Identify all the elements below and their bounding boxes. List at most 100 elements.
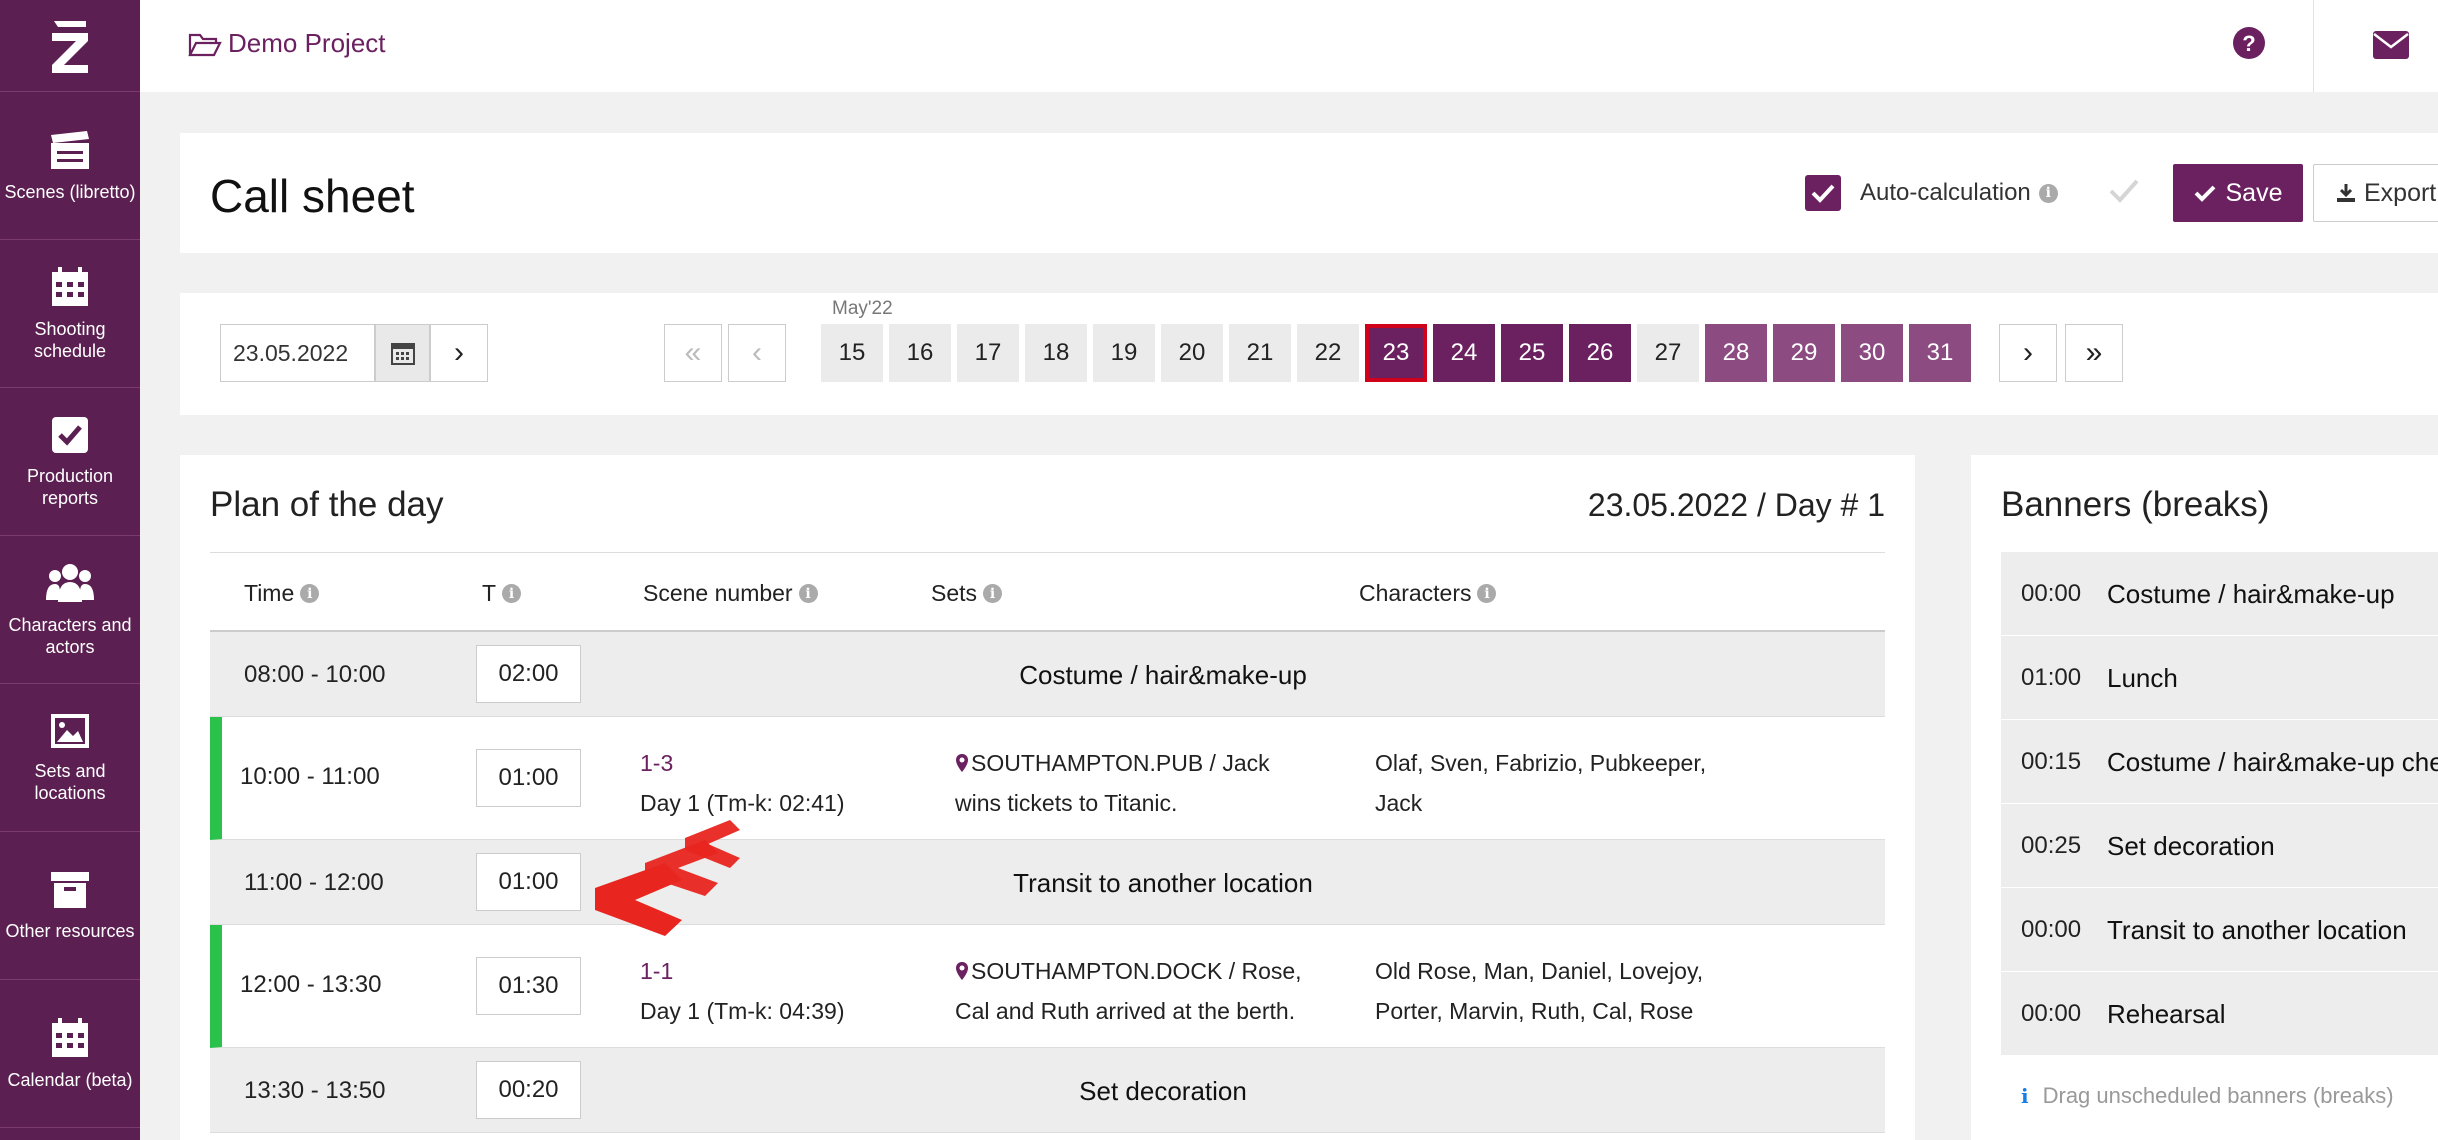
sidebar-item-characters[interactable]: Characters and actors [0,536,140,684]
next-date-button[interactable]: › [430,324,488,382]
banner-item[interactable]: 00:00 Transit to another location [2001,888,2438,972]
duration-input[interactable]: 01:30 [476,957,581,1015]
table-row[interactable]: 08:00 - 10:00 02:00 Costume / hair&make-… [210,632,1885,717]
duration-input[interactable]: 01:00 [476,749,581,807]
day-20[interactable]: 20 [1161,324,1223,382]
info-icon[interactable]: i [1477,584,1497,603]
day-15[interactable]: 15 [821,324,883,382]
prev-week-button[interactable]: ‹ [728,324,786,382]
day-26[interactable]: 26 [1569,324,1631,382]
sidebar-item-other-resources[interactable]: Other resources [0,832,140,980]
sidebar-item-label: Sets and locations [34,760,106,803]
table-row[interactable]: 13:30 - 13:50 00:20 Set decoration [210,1048,1885,1133]
scene-number: 1-3 Day 1 (Tm-k: 02:41) [640,743,845,823]
sets-text: SOUTHAMPTON.DOCK / Rose, [971,958,1302,984]
column-time: Time i [244,580,320,607]
day-22[interactable]: 22 [1297,324,1359,382]
info-icon[interactable]: i [300,584,320,603]
column-sets: Sets i [931,580,1003,607]
question-circle-icon: ? [2233,27,2265,59]
banners-panel: Banners (breaks) 00:00 Costume / hair&ma… [1971,455,2438,1140]
drag-hint: i Drag unscheduled banners (breaks) [2021,1083,2394,1109]
sets-line: SOUTHAMPTON.PUB / Jack [955,743,1345,783]
day-31[interactable]: 31 [1909,324,1971,382]
banner-time: 00:00 [2021,1000,2082,1027]
date-input[interactable]: 23.05.2022 [220,324,375,382]
project-name: Demo Project [228,28,386,58]
help-button[interactable]: ? [2232,26,2266,65]
last-week-button[interactable]: » [2065,324,2123,382]
save-label: Save [2225,178,2283,207]
banner-item[interactable]: 00:00 Rehearsal [2001,972,2438,1056]
sidebar-item-label: Characters and actors [8,614,132,657]
calendar-grid-icon [52,266,88,306]
export-button[interactable]: Export [2313,164,2438,222]
info-icon[interactable]: i [798,584,818,603]
day-25[interactable]: 25 [1501,324,1563,382]
date-picker-button[interactable] [375,324,430,382]
save-button[interactable]: Save [2173,164,2303,222]
sidebar: Scenes (libretto) Shooting schedule Prod… [0,0,140,1140]
plan-title: Plan of the day [210,485,444,524]
banner-item[interactable]: 00:00 Costume / hair&make-up [2001,552,2438,636]
confirm-button[interactable] [2108,177,2140,210]
day-28[interactable]: 28 [1705,324,1767,382]
table-header: Time i Ti Scene number i Sets i Characters i [210,552,1885,632]
scene-link[interactable]: 1-3 [640,743,845,783]
day-17[interactable]: 17 [957,324,1019,382]
day-30[interactable]: 30 [1841,324,1903,382]
month-label: May'22 [832,298,893,319]
check-icon [2109,179,2139,203]
auto-calculation-label: Auto-calculation i [1860,179,2058,207]
info-icon[interactable]: i [2038,183,2058,203]
day-27[interactable]: 27 [1637,324,1699,382]
sidebar-item-production-reports[interactable]: Production reports [0,388,140,536]
auto-calculation-text: Auto-calculation [1860,179,2031,206]
day-24[interactable]: 24 [1433,324,1495,382]
scene-day: Day 1 (Tm-k: 02:41) [640,790,845,816]
table-row[interactable]: 11:00 - 12:00 01:00 Transit to another l… [210,840,1885,925]
sidebar-item-sets-locations[interactable]: Sets and locations [0,684,140,832]
column-label: Sets [931,580,978,606]
table-row[interactable]: 10:00 - 11:00 01:00 1-3 Day 1 (Tm-k: 02:… [210,717,1885,840]
info-icon[interactable]: i [983,584,1003,603]
day-16[interactable]: 16 [889,324,951,382]
day-19[interactable]: 19 [1093,324,1155,382]
day-29[interactable]: 29 [1773,324,1835,382]
info-icon[interactable]: i [502,584,522,603]
envelope-icon [2373,31,2409,59]
banner-item[interactable]: 00:25 Set decoration [2001,804,2438,888]
sidebar-item-calendar[interactable]: Calendar (beta) [0,980,140,1128]
banner-time: 00:00 [2021,580,2082,607]
scene-characters: Olaf, Sven, Fabrizio, Pubkeeper, Jaсk [1375,743,1745,823]
column-label: Characters [1359,580,1472,606]
sets-text: Cal and Ruth arrived at the berth. [955,998,1296,1024]
drag-arrow-icon [595,820,740,936]
banner-item[interactable]: 00:15 Costume / hair&make-up che [2001,720,2438,804]
day-23-selected[interactable]: 23 [1365,324,1427,382]
banner-label: Costume / hair&make-up [1019,660,1307,690]
column-label: T [482,580,497,606]
column-t: Ti [482,580,522,607]
topbar-divider [2313,0,2314,92]
app-logo[interactable] [0,0,140,92]
project-link[interactable]: Demo Project [188,28,386,59]
calendar-icon [390,343,415,365]
banners-list: 00:00 Costume / hair&make-up 01:00 Lunch… [2001,552,2438,1056]
table-row[interactable]: 12:00 - 13:30 01:30 1-1 Day 1 (Tm-k: 04:… [210,925,1885,1048]
banner-item[interactable]: 01:00 Lunch [2001,636,2438,720]
day-18[interactable]: 18 [1025,324,1087,382]
call-sheet-header: Call sheet Auto-calculation i Save Expor… [180,133,2438,253]
sidebar-item-scenes[interactable]: Scenes (libretto) [0,92,140,240]
column-label: Scene number [643,580,793,606]
info-icon: i [2021,1084,2029,1108]
day-21[interactable]: 21 [1229,324,1291,382]
messages-button[interactable] [2372,30,2410,65]
sidebar-item-shooting-schedule[interactable]: Shooting schedule [0,240,140,388]
column-scene-number: Scene number i [643,580,818,607]
export-label: Export [2364,178,2437,207]
first-week-button[interactable]: « [664,324,722,382]
banners-title: Banners (breaks) [2001,485,2270,524]
auto-calculation-checkbox[interactable] [1805,175,1841,211]
next-week-button[interactable]: › [1999,324,2057,382]
